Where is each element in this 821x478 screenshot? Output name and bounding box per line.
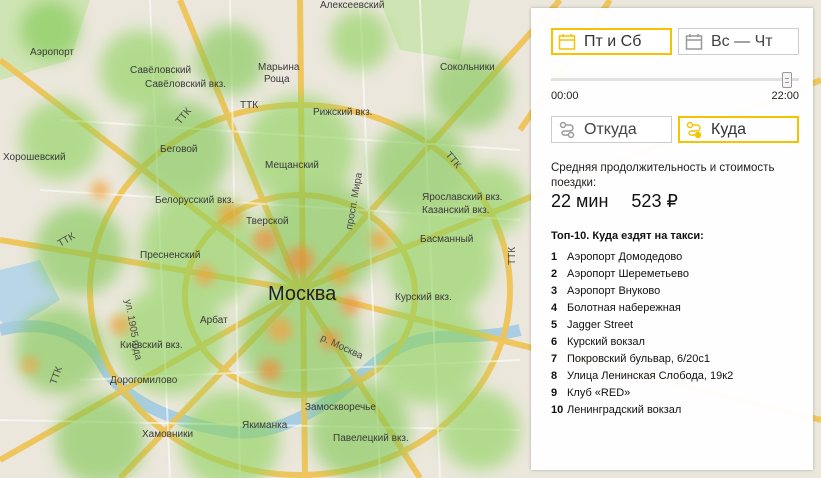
top-destination-rank: 4 xyxy=(551,302,558,314)
top-destination-item: 8 Улица Ленинская Слобода, 19к2 xyxy=(551,368,733,385)
days-toggle-group: Пт и Сб Вс — Чт xyxy=(551,28,799,55)
label-kievsky-vkz: Киевский вкз. xyxy=(120,340,183,351)
label-ttk: ТТК xyxy=(507,247,518,265)
top-destination-item: 2 Аэропорт Шереметьево xyxy=(551,266,733,283)
top-destination-name: Аэропорт Внуково xyxy=(567,285,661,297)
label-basmanny: Басманный xyxy=(420,234,473,245)
label-alekseevsky: Алексеевский xyxy=(320,0,384,11)
time-end-label: 22:00 xyxy=(771,90,799,102)
top-destination-rank: 9 xyxy=(551,387,558,399)
top-destination-item: 6 Курский вокзал xyxy=(551,334,733,351)
label-arbat: Арбат xyxy=(200,314,228,326)
days-weekday-label: Вс — Чт xyxy=(711,32,773,50)
top-destination-rank: 10 xyxy=(551,404,564,416)
top-destination-name: Улица Ленинская Слобода, 19к2 xyxy=(567,370,734,382)
label-aeroport: Аэропорт xyxy=(30,47,74,58)
top-destination-name: Jagger Street xyxy=(567,319,634,331)
label-zamoskvorechye: Замоскворечье xyxy=(305,402,376,413)
label-sokolniki: Сокольники xyxy=(440,62,495,73)
slider-fill xyxy=(551,78,787,81)
days-weekend-button[interactable]: Пт и Сб xyxy=(551,28,672,55)
top-destination-item: 7 Покровский бульвар, 6/20с1 xyxy=(551,351,733,368)
top-destination-item: 9 Клуб «RED» xyxy=(551,385,733,402)
label-kursky-vkz: Курский вкз. xyxy=(395,292,452,303)
label-yaroslavsky-vkz: Ярославский вкз. xyxy=(422,192,502,203)
label-marina-roshcha: Марьина xyxy=(258,62,300,73)
label-paveletsky-vkz: Павелецкий вкз. xyxy=(333,433,409,444)
trip-metrics: 22 мин 523 ₽ xyxy=(551,191,678,212)
label-savelovsky-vkz: Савёловский вкз. xyxy=(145,79,226,90)
trip-stats-caption: Средняя продолжительность и стоимость по… xyxy=(551,162,775,189)
from-button[interactable]: Откуда xyxy=(551,116,672,143)
top-destination-item: 1 Аэропорт Домодедово xyxy=(551,249,733,266)
top-destination-rank: 1 xyxy=(551,251,558,263)
top-destination-name: Курский вокзал xyxy=(567,336,645,348)
trip-price: 523 ₽ xyxy=(631,191,678,211)
route-icon xyxy=(686,121,702,138)
label-belorussky-vkz: Белорусский вкз. xyxy=(155,195,234,206)
label-kazansky-vkz: Казанский вкз. xyxy=(422,205,489,216)
top-destination-name: Клуб «RED» xyxy=(567,387,631,399)
top-destination-rank: 2 xyxy=(551,268,558,280)
top-destination-name: Ленинградский вокзал xyxy=(567,404,682,416)
label-yakimanka: Якиманка xyxy=(242,420,288,431)
top-destination-name: Аэропорт Домодедово xyxy=(567,251,683,263)
label-marina-roshcha: Роща xyxy=(264,74,290,85)
calendar-icon xyxy=(558,33,576,50)
top-destination-rank: 7 xyxy=(551,353,558,365)
top-destination-rank: 8 xyxy=(551,370,558,382)
label-presnensky: Пресненский xyxy=(140,250,200,261)
days-weekend-label: Пт и Сб xyxy=(584,32,642,50)
label-khamovniki: Хамовники xyxy=(142,429,193,440)
top-destination-item: 4 Болотная набережная xyxy=(551,300,733,317)
top-destination-name: Болотная набережная xyxy=(567,302,681,314)
top-destinations-list: 1 Аэропорт Домодедово 2 Аэропорт Шереметьев… xyxy=(551,249,733,419)
calendar-icon xyxy=(685,33,703,50)
label-savelovsky: Савёловский xyxy=(130,65,191,76)
label-meshchansky: Мещанский xyxy=(265,160,319,171)
to-label: Куда xyxy=(711,120,747,138)
top-destination-item: 5 Jagger Street xyxy=(551,317,733,334)
top-destination-name: Покровский бульвар, 6/20с1 xyxy=(567,353,711,365)
label-dorogomilovo: Дорогомилово xyxy=(110,375,178,386)
label-city-moskva: Москва xyxy=(268,283,337,305)
top-destination-rank: 6 xyxy=(551,336,558,348)
slider-thumb[interactable] xyxy=(781,72,792,88)
time-slider[interactable] xyxy=(551,72,799,92)
top-destination-item: 3 Аэропорт Внуково xyxy=(551,283,733,300)
from-label: Откуда xyxy=(584,120,637,138)
label-khoroshevsky: Хорошевский xyxy=(3,152,66,163)
taxi-stats-panel: Пт и Сб Вс — Чт 00:00 22:00 Откуда Куда … xyxy=(531,8,813,470)
label-tverskoy: Тверской xyxy=(246,216,289,227)
trip-duration: 22 мин xyxy=(551,191,609,211)
top-destination-rank: 3 xyxy=(551,285,558,297)
time-start-label: 00:00 xyxy=(551,90,579,102)
top-destination-rank: 5 xyxy=(551,319,558,331)
top-destination-name: Аэропорт Шереметьево xyxy=(567,268,689,280)
direction-toggle-group: Откуда Куда xyxy=(551,116,799,143)
days-weekday-button[interactable]: Вс — Чт xyxy=(678,28,799,55)
label-rizhsky-vkz: Рижский вкз. xyxy=(313,107,372,118)
to-button[interactable]: Куда xyxy=(678,116,799,143)
label-ttk: ТТК xyxy=(240,100,258,111)
top-destinations-title: Топ-10. Куда ездят на такси: xyxy=(551,230,704,242)
route-icon xyxy=(559,121,575,138)
label-begovoy: Беговой xyxy=(160,144,197,155)
top-destination-item: 10 Ленинградский вокзал xyxy=(551,402,733,419)
